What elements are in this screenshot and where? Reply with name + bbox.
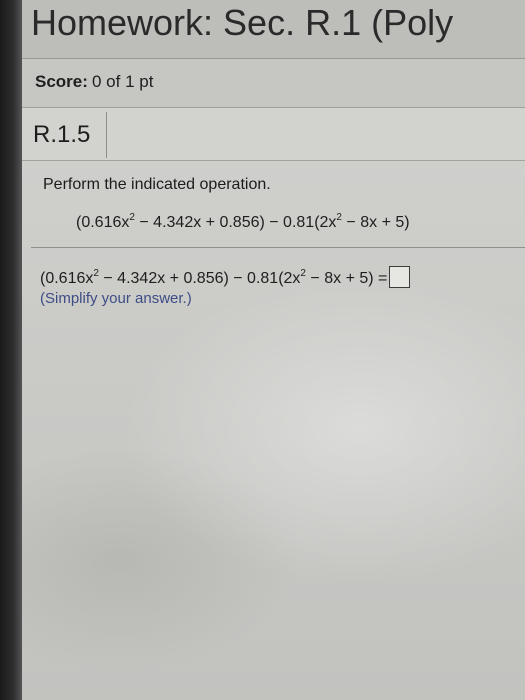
expression-part-2: − 4.342x + 0.856) − 0.81(2x [134,214,337,231]
simplify-hint: (Simplify your answer.) [40,290,192,307]
expression-part-3: − 8x + 5) [341,214,410,231]
answer-part-3: − 8x + 5) = [305,270,388,287]
instruction-text: Perform the indicated operation. [43,176,271,193]
score-value: 0 of 1 pt [92,72,154,91]
score-label: Score: [35,72,88,91]
answer-line: (0.616x2 − 4.342x + 0.856) − 0.81(2x2 − … [40,266,411,288]
answer-part-1: (0.616x [40,270,94,287]
page-title: Homework: Sec. R.1 (Poly [31,2,454,43]
answer-part-2: − 4.342x + 0.856) − 0.81(2x [98,270,301,287]
expression-part-1: (0.616x [76,214,130,231]
section-divider [31,247,525,248]
problem-expression: (0.616x2 − 4.342x + 0.856) − 0.81(2x2 − … [76,213,410,232]
answer-input[interactable] [389,266,411,288]
problem-number: R.1.5 [33,121,91,148]
window-frame-edge [0,0,22,700]
